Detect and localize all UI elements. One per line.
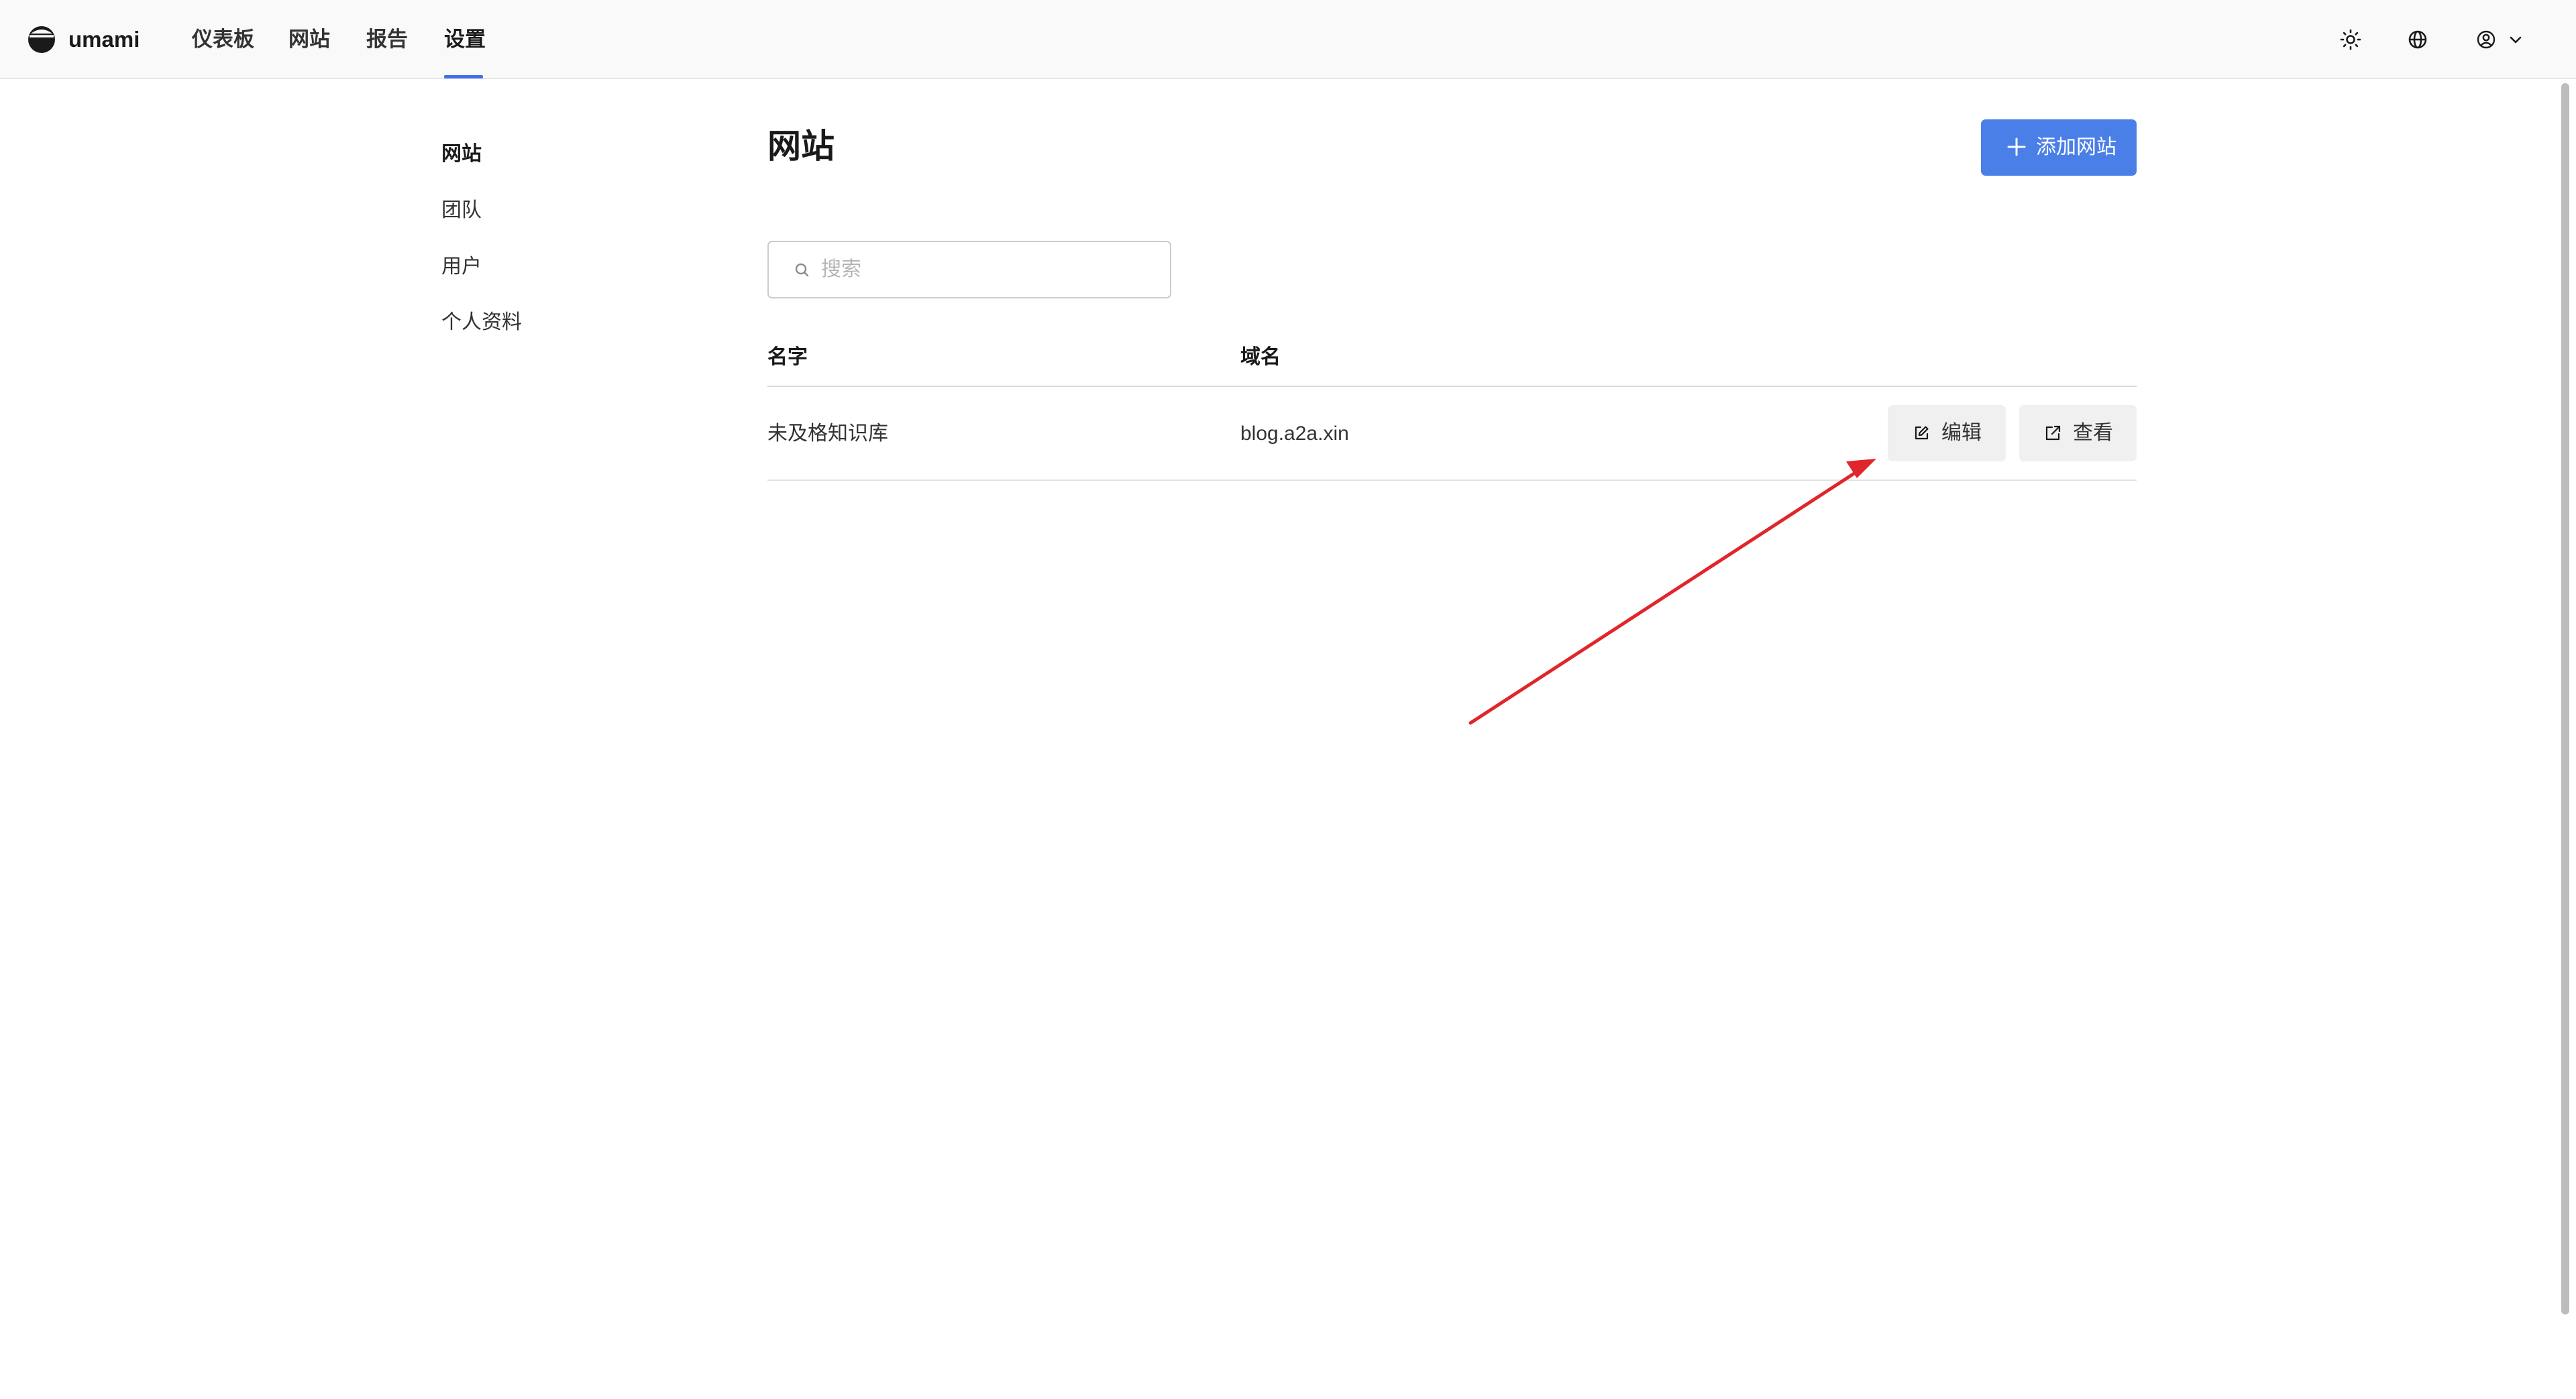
edit-button-label: 编辑 — [1941, 422, 1982, 444]
top-navigation-bar: umami 仪表板 网站 报告 设置 — [0, 0, 2576, 79]
page-title: 网站 — [767, 127, 835, 165]
view-website-button[interactable]: 查看 — [2019, 405, 2137, 461]
umami-logo-icon[interactable] — [27, 25, 56, 54]
theme-toggle-button[interactable] — [2337, 26, 2364, 53]
chevron-down-icon — [2510, 36, 2522, 44]
user-circle-icon — [2477, 30, 2496, 49]
search-input[interactable] — [820, 249, 1155, 290]
sidebar-item-users[interactable]: 用户 — [441, 253, 482, 281]
website-name: 未及格知识库 — [767, 423, 888, 445]
table-row: 未及格知识库 blog.a2a.xin 编辑 查看 — [767, 387, 2137, 481]
column-header-name: 名字 — [767, 346, 808, 368]
active-nav-indicator — [444, 75, 483, 78]
language-button[interactable] — [2404, 26, 2431, 53]
brand-name[interactable]: umami — [68, 25, 140, 54]
view-button-label: 查看 — [2073, 422, 2113, 444]
nav-item-settings[interactable]: 设置 — [444, 25, 486, 54]
edit-website-button[interactable]: 编辑 — [1888, 405, 2006, 461]
nav-item-dashboard[interactable]: 仪表板 — [192, 25, 254, 54]
profile-menu-button[interactable] — [2473, 26, 2529, 53]
annotation-arrow — [1468, 459, 1876, 725]
website-domain: blog.a2a.xin — [1240, 423, 1349, 445]
sidebar-item-teams[interactable]: 团队 — [441, 197, 482, 225]
page-scrollbar[interactable] — [2561, 83, 2569, 1314]
add-website-button[interactable]: 添加网站 — [1981, 119, 2137, 176]
search-box[interactable] — [767, 241, 1171, 298]
sidebar-item-profile[interactable]: 个人资料 — [441, 309, 522, 337]
nav-item-websites[interactable]: 网站 — [288, 25, 330, 54]
sidebar-item-websites[interactable]: 网站 — [441, 140, 482, 168]
search-icon — [795, 263, 809, 277]
nav-item-reports[interactable]: 报告 — [366, 25, 408, 54]
column-header-domain: 域名 — [1240, 346, 1281, 368]
plus-icon — [2007, 137, 2026, 156]
add-website-label: 添加网站 — [2036, 136, 2116, 158]
sun-icon — [2340, 29, 2361, 50]
edit-icon — [1915, 426, 1929, 440]
external-link-icon — [2045, 425, 2061, 441]
globe-icon — [2408, 30, 2427, 49]
